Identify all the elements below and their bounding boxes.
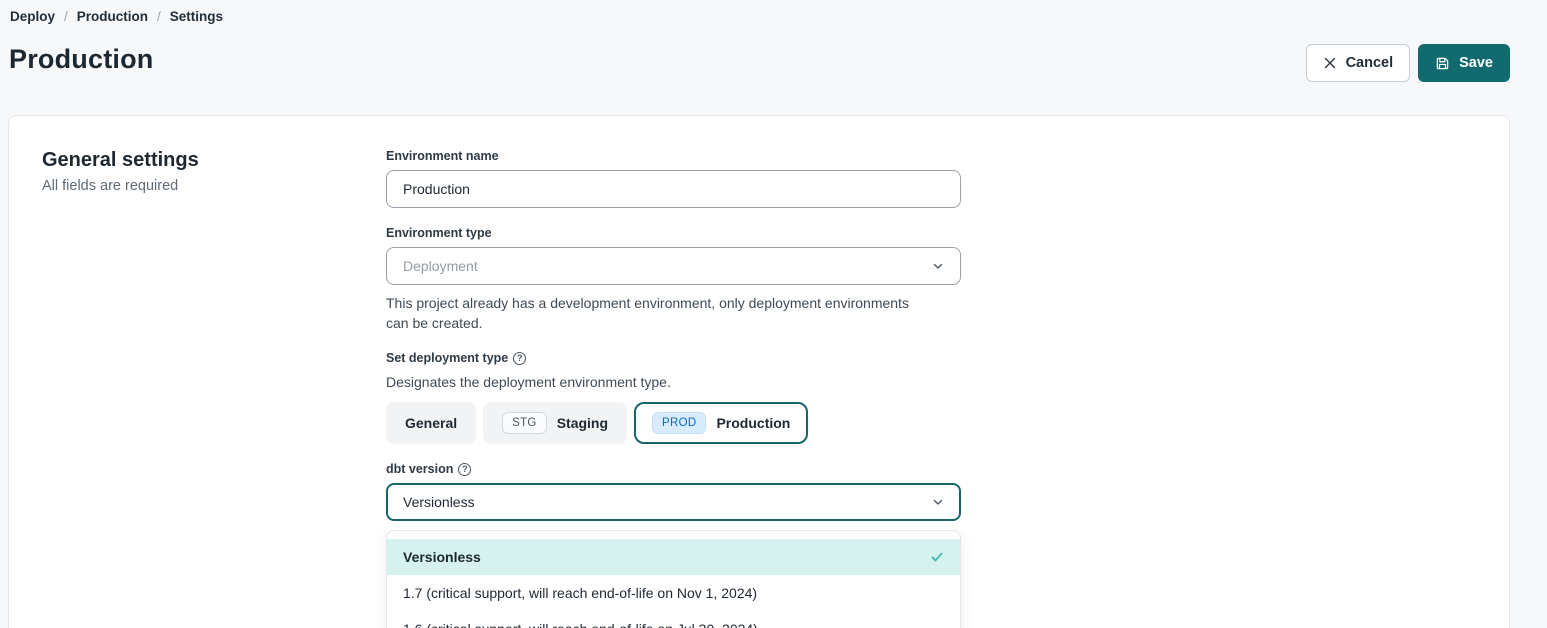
breadcrumb-separator: / [157,9,161,24]
deployment-type-group: Set deployment type Designates the deplo… [386,351,961,444]
close-icon [1323,56,1337,70]
prod-badge: PROD [652,412,706,434]
page-title: Production [9,44,154,75]
dropdown-option-label: 1.6 (critical support, will reach end-of… [403,621,758,628]
environment-type-group: Environment type Deployment This project… [386,226,961,333]
deployment-type-label-text: Set deployment type [386,351,508,365]
environment-type-select[interactable]: Deployment [386,247,961,285]
deployment-type-production-button[interactable]: PROD Production [634,402,808,444]
general-settings-card: General settings All fields are required… [8,115,1510,628]
help-icon[interactable] [458,463,471,476]
environment-type-value: Deployment [403,258,478,274]
environment-name-input[interactable] [386,170,961,208]
section-header: General settings All fields are required [42,149,199,194]
deployment-type-label: Set deployment type [386,351,961,365]
dbt-version-select[interactable]: Versionless [386,483,961,521]
deployment-type-staging-label: Staging [557,415,608,431]
deployment-type-staging-button[interactable]: STG Staging [483,402,627,444]
dropdown-option-versionless[interactable]: Versionless [387,539,960,575]
deployment-type-helper: Designates the deployment environment ty… [386,372,931,392]
section-subtitle: All fields are required [42,178,199,194]
help-icon[interactable] [513,352,526,365]
cancel-button[interactable]: Cancel [1306,44,1411,82]
settings-form: Environment name Environment type Deploy… [386,149,961,628]
breadcrumb-separator: / [64,9,68,24]
save-button-label: Save [1459,55,1493,71]
deployment-type-options: General STG Staging PROD Production [386,402,961,444]
cancel-button-label: Cancel [1346,55,1394,71]
dbt-version-value: Versionless [403,494,475,510]
deployment-type-production-label: Production [716,415,790,431]
environment-name-group: Environment name [386,149,961,208]
dropdown-option-1-7[interactable]: 1.7 (critical support, will reach end-of… [387,575,960,611]
chevron-down-icon [932,260,944,272]
staging-badge: STG [502,412,547,434]
dbt-version-dropdown: Versionless 1.7 (critical support, will … [386,530,961,628]
breadcrumb: Deploy / Production / Settings [10,9,223,24]
breadcrumb-production[interactable]: Production [77,9,148,24]
save-button[interactable]: Save [1418,44,1510,82]
dbt-version-label: dbt version [386,462,961,476]
dropdown-option-label: Versionless [403,549,481,565]
dbt-version-group: dbt version Versionless Versionless [386,462,961,628]
dropdown-option-label: 1.7 (critical support, will reach end-of… [403,585,757,601]
deployment-type-general-label: General [405,415,457,431]
environment-settings-page: Deploy / Production / Settings Productio… [0,0,1547,628]
chevron-down-icon [932,496,944,508]
check-icon [930,550,944,564]
breadcrumb-settings[interactable]: Settings [170,9,223,24]
environment-type-helper: This project already has a development e… [386,293,931,333]
section-title: General settings [42,149,199,172]
dropdown-option-1-6[interactable]: 1.6 (critical support, will reach end-of… [387,611,960,628]
environment-type-label: Environment type [386,226,961,240]
save-disk-icon [1435,56,1450,71]
deployment-type-general-button[interactable]: General [386,402,476,444]
breadcrumb-deploy[interactable]: Deploy [10,9,55,24]
header-actions: Cancel Save [1306,44,1510,82]
dbt-version-label-text: dbt version [386,462,453,476]
environment-name-label: Environment name [386,149,961,163]
